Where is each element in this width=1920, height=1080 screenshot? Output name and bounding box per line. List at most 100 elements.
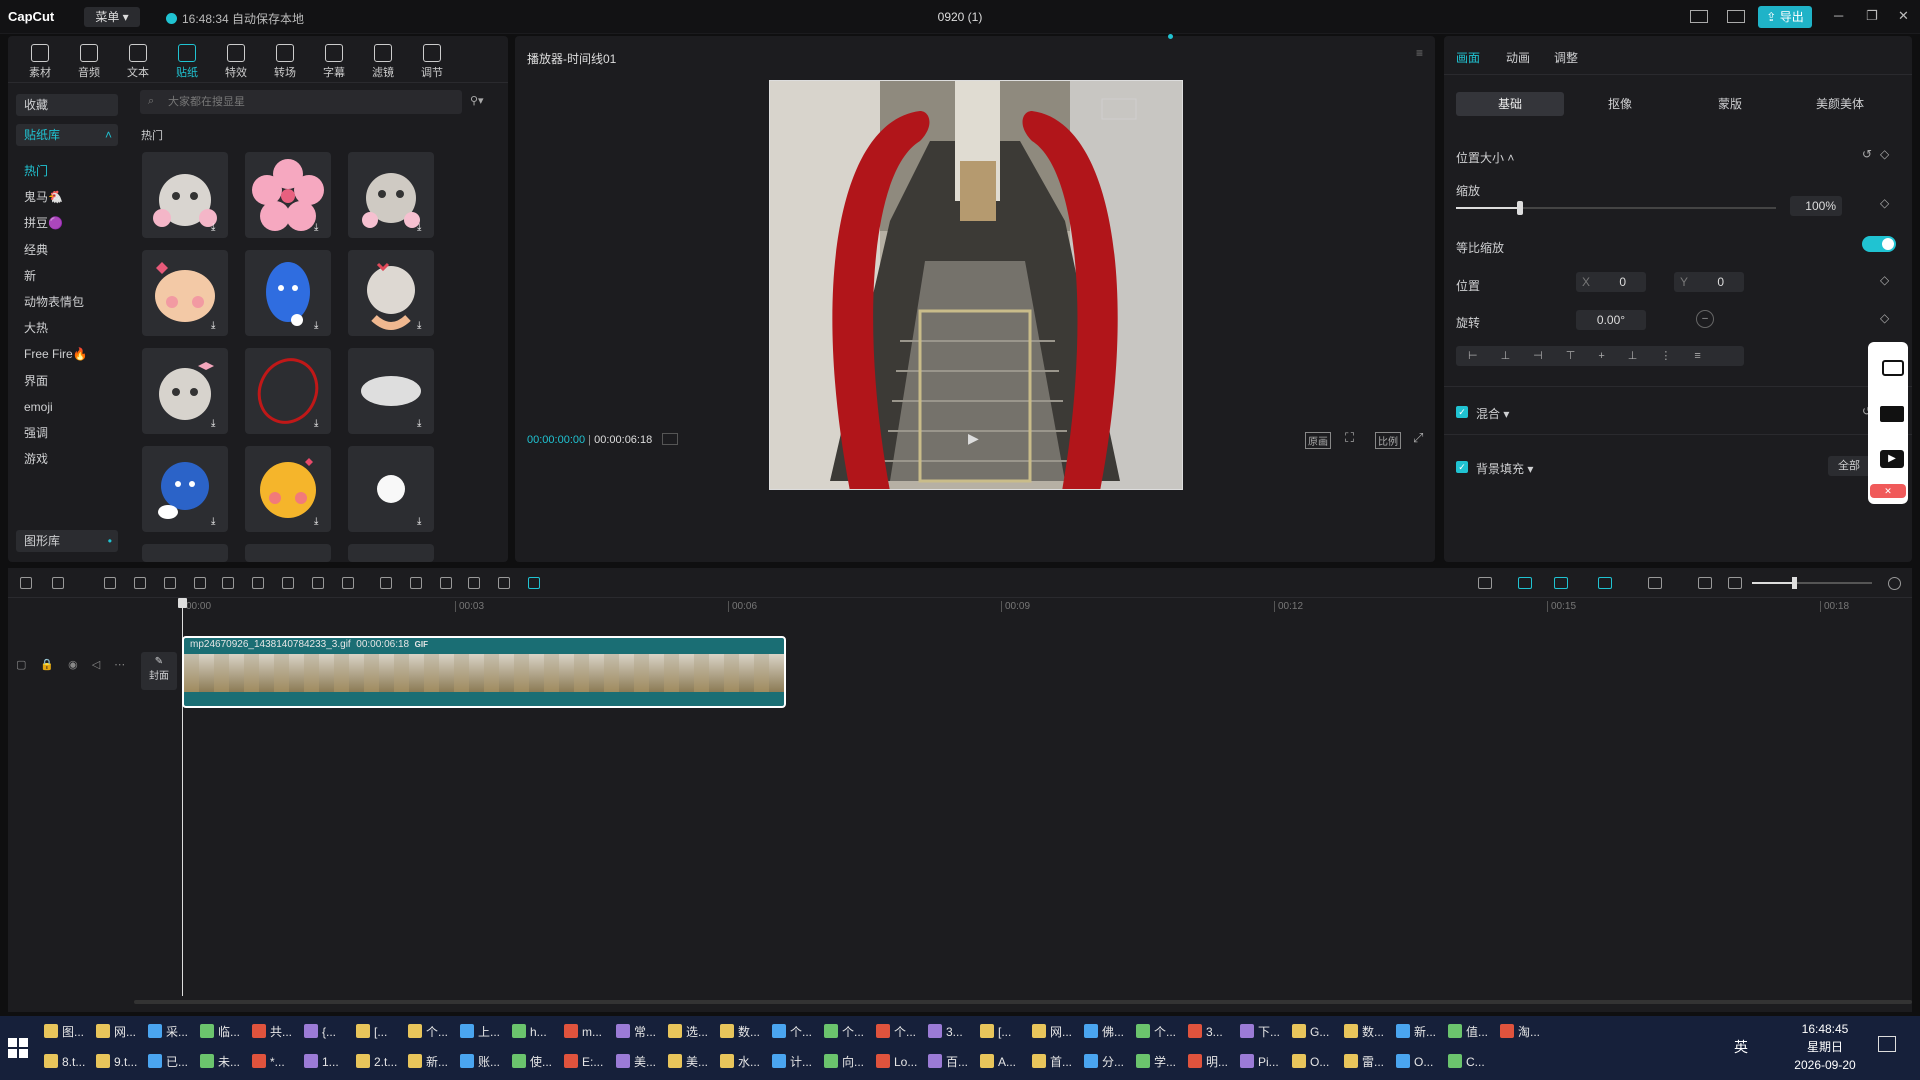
magnet-icon[interactable]: [1554, 577, 1568, 589]
tool-text[interactable]: 文本: [120, 44, 156, 80]
category-item[interactable]: 经典: [16, 239, 118, 261]
taskbar-app[interactable]: 共...: [252, 1018, 292, 1046]
download-icon[interactable]: ⤓: [417, 418, 429, 430]
freeze-icon[interactable]: [380, 577, 392, 589]
taskbar-app[interactable]: m...: [564, 1018, 602, 1046]
ratio-button[interactable]: 比例: [1375, 432, 1401, 449]
add-icon[interactable]: [20, 577, 32, 589]
tool-media[interactable]: 素材: [22, 44, 58, 80]
taskbar-app[interactable]: 数...: [720, 1018, 760, 1046]
sticker-partial[interactable]: [348, 544, 434, 562]
taskbar-app[interactable]: 个...: [772, 1018, 812, 1046]
taskbar-app[interactable]: 1...: [304, 1048, 339, 1076]
taskbar-app[interactable]: G...: [1292, 1018, 1329, 1046]
grid-icon[interactable]: [662, 433, 678, 445]
keyframe-icon[interactable]: ◇: [1880, 196, 1889, 210]
taskbar-app[interactable]: h...: [512, 1018, 547, 1046]
reset-icon[interactable]: ↺: [1862, 147, 1872, 161]
taskbar-app[interactable]: 个...: [408, 1018, 448, 1046]
taskbar-app[interactable]: 水...: [720, 1048, 760, 1076]
shortcut-icon[interactable]: [1727, 10, 1745, 23]
category-item[interactable]: 游戏: [16, 448, 118, 470]
sticker-cat-heart-hands[interactable]: ⤓: [348, 250, 434, 336]
taskbar-app[interactable]: 个...: [876, 1018, 916, 1046]
taskbar-app[interactable]: 美...: [668, 1048, 708, 1076]
delete-icon[interactable]: [252, 577, 264, 589]
fit-icon[interactable]: [1698, 577, 1712, 589]
download-icon[interactable]: ⤓: [211, 222, 223, 234]
download-icon[interactable]: ⤓: [314, 320, 326, 332]
subtab-basic[interactable]: 基础: [1456, 92, 1564, 116]
split-left-icon[interactable]: [194, 577, 206, 589]
taskbar-app[interactable]: 个...: [824, 1018, 864, 1046]
category-item[interactable]: 大热: [16, 317, 118, 339]
export-button[interactable]: ⇪ 导出: [1758, 6, 1812, 28]
download-icon[interactable]: ⤓: [417, 320, 429, 332]
uniform-scale-toggle[interactable]: [1862, 236, 1896, 252]
favorites-item[interactable]: 收藏: [16, 94, 118, 116]
taskbar-app[interactable]: 图...: [44, 1018, 84, 1046]
sticker-blue-sad-face[interactable]: ⤓: [245, 250, 331, 336]
preview-axis-icon[interactable]: [1648, 577, 1662, 589]
download-icon[interactable]: ⤓: [314, 222, 326, 234]
scale-slider[interactable]: [1456, 201, 1776, 215]
link-icon[interactable]: [1518, 577, 1532, 589]
blend-label[interactable]: 混合 ▾: [1476, 405, 1509, 422]
timeline-scrollbar[interactable]: [134, 1000, 1912, 1004]
timeline-ruler[interactable]: 00:00 00:03 00:06 00:09 00:12 00:15 00:18: [8, 598, 1912, 618]
camera-icon[interactable]: [1882, 360, 1904, 376]
close-icon[interactable]: ✕: [1898, 8, 1909, 24]
taskbar-app[interactable]: 分...: [1084, 1048, 1124, 1076]
category-item[interactable]: 动物表情包: [16, 291, 118, 313]
redo-icon[interactable]: [134, 577, 146, 589]
bg-fill-label[interactable]: 背景填充 ▾: [1476, 460, 1533, 477]
taskbar-app[interactable]: 使...: [512, 1048, 552, 1076]
keyframe-icon[interactable]: ◇: [1880, 311, 1889, 325]
taskbar-app[interactable]: 百...: [928, 1048, 968, 1076]
taskbar-app[interactable]: 下...: [1240, 1018, 1280, 1046]
original-button[interactable]: 原画: [1305, 432, 1331, 449]
download-icon[interactable]: ⤓: [211, 516, 223, 528]
hd-icon[interactable]: [498, 577, 510, 589]
taskbar-app[interactable]: 未...: [200, 1048, 240, 1076]
category-item[interactable]: 热门: [16, 160, 118, 182]
select-icon[interactable]: [52, 577, 64, 589]
taskbar-app[interactable]: 已...: [148, 1048, 188, 1076]
cover-button[interactable]: ✎ 封面: [141, 652, 177, 690]
shield-icon[interactable]: [282, 577, 294, 589]
keyframe-icon[interactable]: ◇: [1880, 273, 1889, 287]
mirror-icon[interactable]: [410, 577, 422, 589]
close-toolbox-icon[interactable]: ✕: [1870, 484, 1906, 498]
taskbar-app[interactable]: *...: [252, 1048, 285, 1076]
tool-adjust[interactable]: 调节: [414, 44, 450, 80]
taskbar-app[interactable]: 采...: [148, 1018, 188, 1046]
tool-audio[interactable]: 音频: [71, 44, 107, 80]
audio-wave-icon[interactable]: [342, 577, 354, 589]
position-y-field[interactable]: Y0: [1674, 272, 1744, 292]
keyframe-icon[interactable]: ◇: [1880, 147, 1889, 161]
person-icon[interactable]: [440, 577, 452, 589]
blend-checkbox[interactable]: ✓: [1456, 406, 1468, 418]
sticker-library-item[interactable]: 贴纸库 ˄: [16, 124, 118, 146]
sticker-partial[interactable]: [142, 544, 228, 562]
taskbar-app[interactable]: 个...: [1136, 1018, 1176, 1046]
taskbar-app[interactable]: 首...: [1032, 1048, 1072, 1076]
taskbar-app[interactable]: Pi...: [1240, 1048, 1279, 1076]
rotation-field[interactable]: 0.00°: [1576, 310, 1646, 330]
subtab-beauty[interactable]: 美颜美体: [1786, 92, 1894, 116]
record-icon[interactable]: ▶: [1880, 450, 1904, 468]
zoom-slider[interactable]: [1752, 577, 1872, 589]
taskbar-app[interactable]: O...: [1292, 1048, 1329, 1076]
taskbar-app[interactable]: 明...: [1188, 1048, 1228, 1076]
download-icon[interactable]: ⤓: [417, 516, 429, 528]
filter-icon[interactable]: ⚲▾: [470, 94, 484, 107]
align-toolbar[interactable]: ⊢⊥⊣⊤+⊥⋮≡: [1456, 346, 1744, 366]
category-item[interactable]: 强调: [16, 422, 118, 444]
taskbar-app[interactable]: {...: [304, 1018, 336, 1046]
subtab-cutout[interactable]: 抠像: [1566, 92, 1674, 116]
play-button[interactable]: ▶: [968, 430, 979, 447]
taskbar-app[interactable]: 选...: [668, 1018, 708, 1046]
taskbar-app[interactable]: [...: [356, 1018, 387, 1046]
track-controls[interactable]: ▢🔒◉◁⋯: [16, 658, 139, 671]
playhead-handle[interactable]: [178, 598, 187, 608]
